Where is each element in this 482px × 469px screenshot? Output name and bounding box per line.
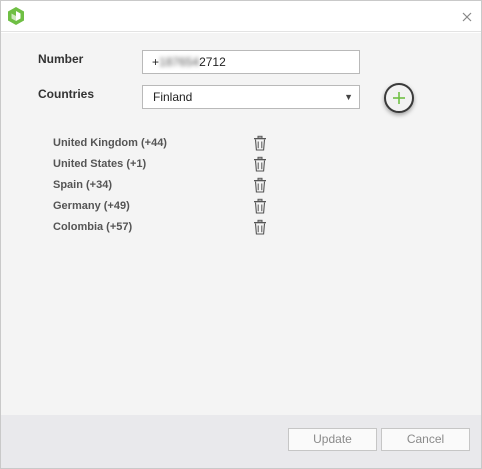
trash-icon[interactable] <box>252 135 268 151</box>
trash-icon[interactable] <box>252 198 268 214</box>
number-label: Number <box>38 52 84 66</box>
list-item: United States (+1) <box>53 156 283 177</box>
number-redacted: 187654 <box>159 55 200 69</box>
country-label: Germany (+49) <box>53 200 130 212</box>
countries-label: Countries <box>38 87 95 101</box>
country-label: United Kingdom (+44) <box>53 137 167 149</box>
plus-icon <box>393 92 405 104</box>
title-bar <box>1 1 481 32</box>
update-button[interactable]: Update <box>288 428 377 451</box>
dialog-footer: Update Cancel <box>1 415 481 468</box>
country-label: Colombia (+57) <box>53 221 133 233</box>
countries-select[interactable]: Finland ▼ <box>142 85 360 109</box>
cancel-button[interactable]: Cancel <box>381 428 470 451</box>
trash-icon[interactable] <box>252 156 268 172</box>
list-item: Colombia (+57) <box>53 219 283 240</box>
number-input[interactable]: +1876542712 <box>142 50 360 74</box>
add-country-button[interactable] <box>384 83 414 113</box>
chevron-down-icon: ▼ <box>344 92 353 102</box>
number-suffix: 2712 <box>199 55 226 69</box>
dialog-window: Number +1876542712 Countries Finland ▼ U… <box>0 0 482 469</box>
country-label: Spain (+34) <box>53 179 112 191</box>
country-list: United Kingdom (+44) United States (+1) … <box>53 135 283 240</box>
list-item: United Kingdom (+44) <box>53 135 283 156</box>
trash-icon[interactable] <box>252 219 268 235</box>
list-item: Spain (+34) <box>53 177 283 198</box>
app-logo-icon <box>7 6 25 26</box>
dialog-content: Number +1876542712 Countries Finland ▼ U… <box>1 33 481 415</box>
countries-selected-value: Finland <box>153 90 193 104</box>
list-item: Germany (+49) <box>53 198 283 219</box>
number-prefix: + <box>152 55 160 69</box>
trash-icon[interactable] <box>252 177 268 193</box>
close-icon[interactable] <box>459 9 475 25</box>
country-label: United States (+1) <box>53 158 147 170</box>
